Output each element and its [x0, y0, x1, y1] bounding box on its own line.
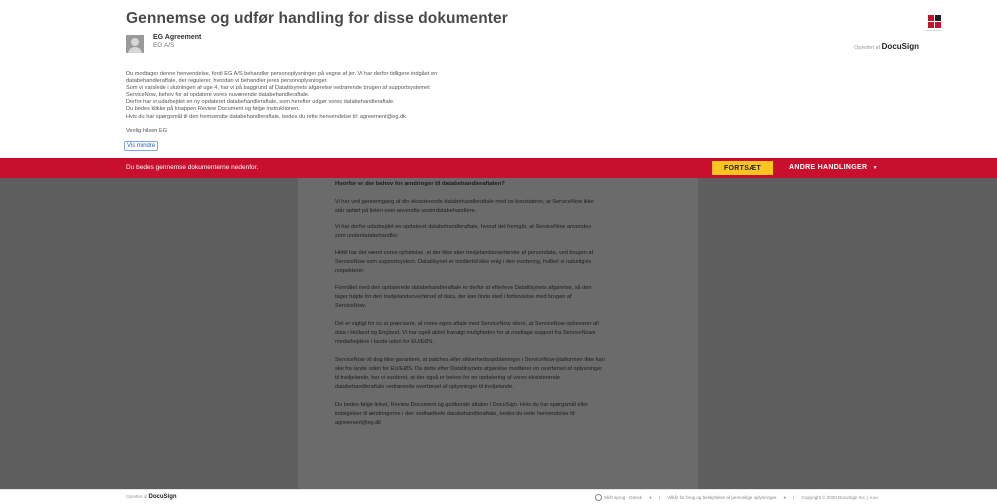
paragraph-line: Hidtil har det været vores opfattelse, a… — [335, 250, 594, 256]
footer-links: Skift sprog - Dansk ▾ | Vilkår for brug … — [595, 494, 884, 501]
sender-message: Du modtager denne henvendelse, fordi EG … — [126, 71, 566, 121]
paragraph-line: respekterer. — [335, 268, 365, 275]
paragraph-line: medarbejdere i lande uden for EU/EØS. — [335, 339, 434, 346]
paragraph-line: Vi har derfor udarbejdet en opdateret da… — [335, 224, 592, 230]
footer-divider: | — [658, 494, 660, 500]
globe-icon — [595, 494, 602, 501]
message-line: Du modtager denne henvendelse, fordi EG … — [126, 71, 438, 77]
paragraph-line: som underdatabehandler. — [335, 233, 399, 240]
paragraph-line: ServiceNow som supportsystem. Datatilsyn… — [335, 259, 592, 266]
other-actions-menu[interactable]: ANDRE HANDLINGER ▼ — [789, 164, 878, 171]
show-less-link[interactable]: Vis mindre — [124, 141, 159, 151]
message-line: Du bedes klikke på knappen Review Docume… — [126, 106, 300, 113]
message-line: ServiceNow, behov for at opdatere vores … — [126, 92, 310, 99]
paragraph-line: data i Holland og England. Vi har også a… — [335, 330, 596, 337]
document-paragraph: Formålet med den opdaterede databehandle… — [335, 284, 679, 311]
powered-by-docusign: Oprettet af DocuSign — [854, 42, 919, 51]
copyright-text: Copyright © 2020 DocuSign Inc. | v.oo — [801, 494, 878, 500]
sender-name: EG Agreement — [153, 34, 202, 41]
message-signoff: Venlig hilsen EG — [126, 128, 168, 134]
paragraph-line: ServiceNow. — [335, 303, 367, 310]
document-paragraph: Vi har ved gennemgang af din eksisterend… — [335, 198, 679, 216]
paragraph-line: Det er vigtigt for os at præcisere, at v… — [335, 321, 599, 327]
document-viewer[interactable]: Hvorfor er der behov for ændringer til d… — [0, 178, 997, 489]
message-line: Som vi varslede i slutningen af uge 4, h… — [126, 85, 430, 92]
caret-down-icon: ▼ — [872, 165, 878, 171]
docusign-brand: DocuSign — [881, 42, 919, 51]
document-paragraph: Hidtil har det været vores opfattelse, a… — [335, 249, 679, 276]
page-footer: Oprettet af DocuSign Skift sprog - Dansk… — [0, 489, 997, 504]
footer-divider: | — [793, 494, 795, 500]
continue-button[interactable]: FORTSÆT — [712, 161, 773, 175]
paragraph-line: ServiceNow vil dog ikke garantere, at pa… — [335, 357, 605, 363]
document-heading: Hvorfor er der behov for ændringer til d… — [335, 181, 505, 187]
document-paragraph: Vi har derfor udarbejdet en opdateret da… — [335, 223, 679, 241]
language-selector[interactable]: Skift sprog - Dansk ▾ — [595, 494, 652, 501]
eg-logo-icon — [925, 15, 943, 31]
language-label: Skift sprog - Dansk — [604, 494, 643, 500]
document-paragraph: Det er vigtigt for os at præcisere, at v… — [335, 320, 679, 347]
paragraph-line: indsigelser til ændringerne i den vedhæf… — [335, 411, 576, 418]
footer-docusign-brand: DocuSign — [148, 494, 177, 500]
paragraph-line: Formålet med den opdaterede databehandle… — [335, 285, 592, 291]
paragraph-line: databehandleraftale vedrørende overførse… — [335, 384, 514, 391]
document-page[interactable]: Hvorfor er der behov for ændringer til d… — [298, 178, 698, 489]
sender-org: EG A/S — [153, 42, 175, 49]
review-instruction: Du bedes gennemse dokumenterne nedenfor. — [126, 164, 259, 171]
paragraph-line: til tredjelande, har vi vurderet, at der… — [335, 375, 561, 382]
powered-by-prefix: Oprettet af — [854, 45, 881, 51]
paragraph-line: står opført på listen over anvendte unde… — [335, 208, 477, 215]
document-paragraph: ServiceNow vil dog ikke garantere, at pa… — [335, 356, 679, 392]
terms-label: Vilkår for brug og beskyttelse af person… — [667, 494, 777, 500]
message-line: Hvis du har spørgsmål til den fremsendte… — [126, 113, 406, 120]
footer-powered-prefix: Oprettet af — [126, 494, 148, 499]
sender-avatar — [126, 35, 144, 53]
paragraph-line: tager højde for den tredjelandsoverførse… — [335, 294, 572, 301]
page-title: Gennemse og udfør handling for disse dok… — [126, 10, 508, 27]
action-bar: Du bedes gennemse dokumenterne nedenfor.… — [0, 158, 997, 178]
envelope-header: Gennemse og udfør handling for disse dok… — [0, 0, 997, 158]
other-actions-label: ANDRE HANDLINGER — [789, 164, 868, 171]
document-paragraph: Du bedes følge linket, Review Document o… — [335, 401, 679, 428]
footer-powered-by: Oprettet af DocuSign — [126, 494, 177, 500]
paragraph-line: ske fra lande uden for EU/EØS. Da dette … — [335, 366, 603, 373]
paragraph-line: Du bedes følge linket, Review Document o… — [335, 402, 589, 408]
paragraph-line: Vi har ved gennemgang af din eksisterend… — [335, 199, 594, 205]
paragraph-line: agreement@eg.dk — [335, 420, 382, 427]
terms-link[interactable]: Vilkår for brug og beskyttelse af person… — [667, 495, 786, 500]
